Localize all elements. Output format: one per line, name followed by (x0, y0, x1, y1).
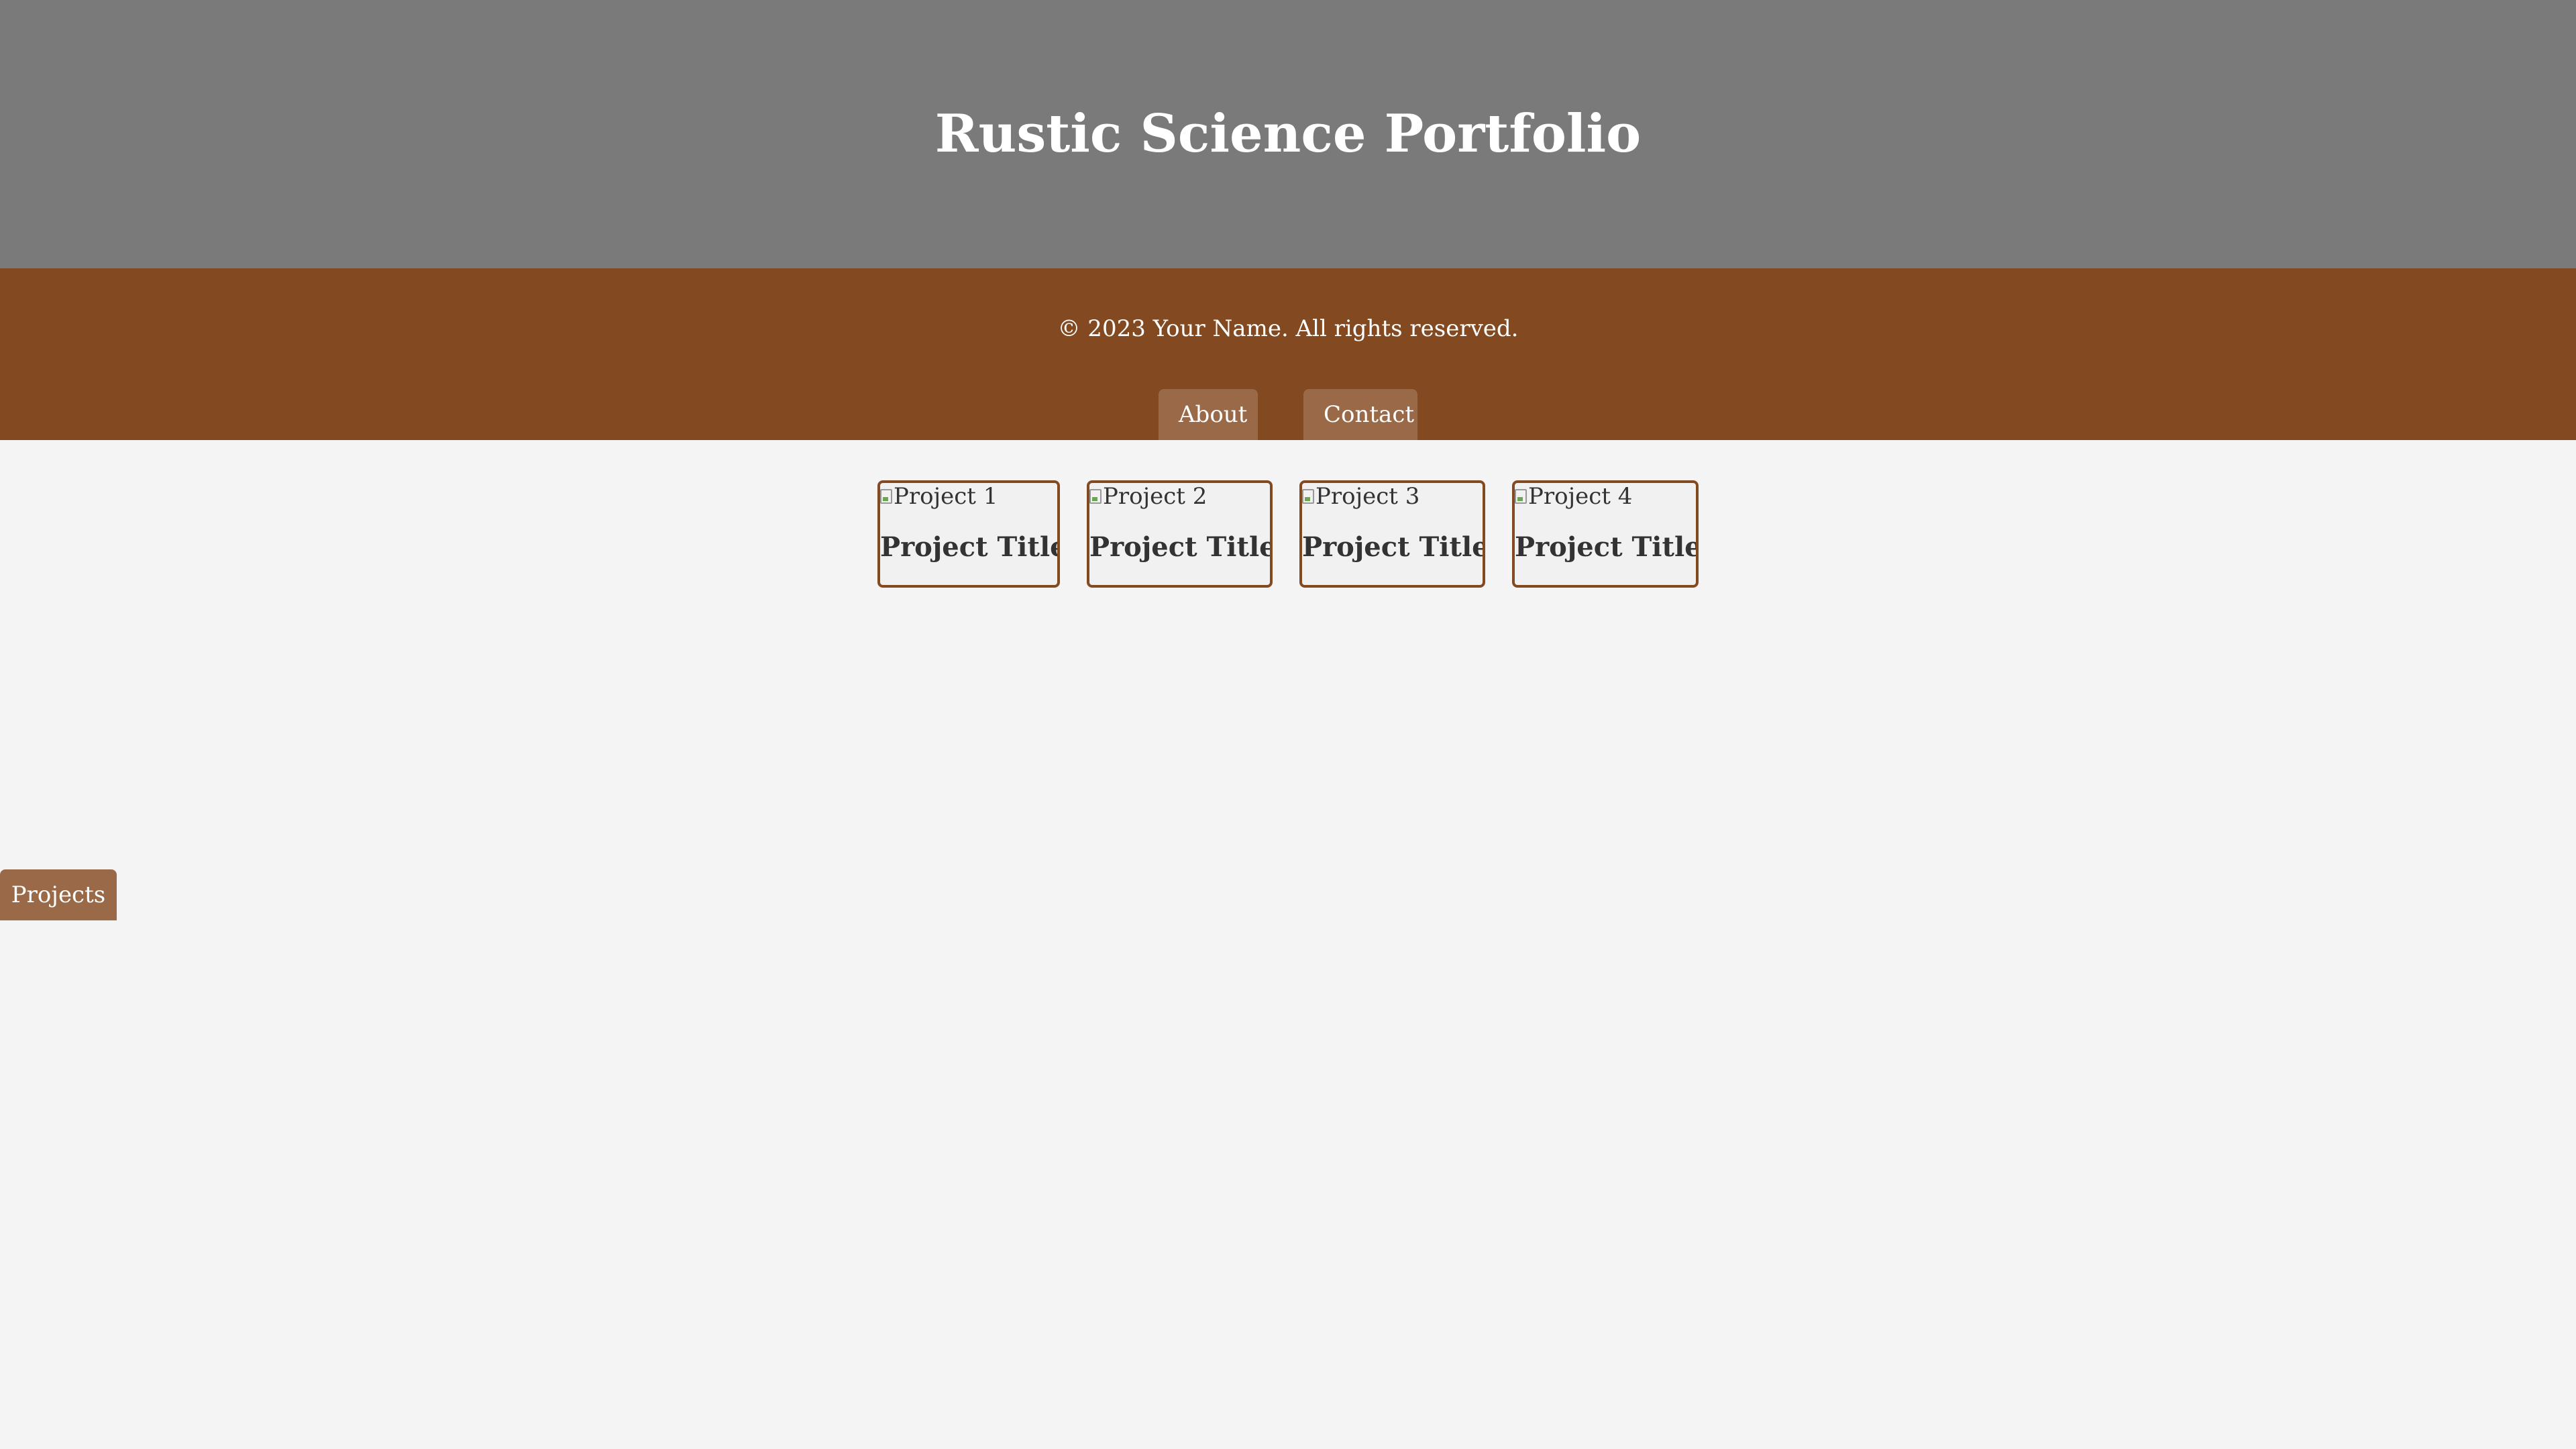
copyright-text: © 2023 Your Name. All rights reserved. (1057, 315, 1519, 342)
broken-image-icon (1302, 489, 1314, 504)
broken-image-icon (1089, 489, 1102, 504)
project-card[interactable]: Project 2 Project Title 2 (1087, 480, 1273, 588)
broken-image-icon (880, 489, 892, 504)
projects-grid: Project 1 Project Title 1 Project 2 Proj… (0, 480, 2576, 588)
project-image-alt: Project 4 (1528, 483, 1633, 510)
project-card[interactable]: Project 4 Project Title 4 (1512, 480, 1699, 588)
project-title: Project Title 1 (880, 531, 1057, 563)
project-title: Project Title 3 (1302, 531, 1485, 563)
project-card[interactable]: Project 3 Project Title 3 (1299, 480, 1485, 588)
project-image: Project 2 (1089, 483, 1207, 510)
footer-band: © 2023 Your Name. All rights reserved. A… (0, 268, 2576, 920)
project-card[interactable]: Project 1 Project Title 1 (877, 480, 1060, 588)
page-header: Rustic Science Portfolio (0, 0, 2576, 268)
broken-image-icon (1515, 489, 1527, 504)
project-image: Project 3 (1302, 483, 1419, 510)
page-title: Rustic Science Portfolio (934, 103, 1642, 164)
project-image-alt: Project 3 (1316, 483, 1420, 510)
project-image-alt: Project 2 (1103, 483, 1208, 510)
nav-about-button[interactable]: About (1159, 389, 1258, 440)
project-title: Project Title 4 (1515, 531, 1699, 563)
project-image-alt: Project 1 (894, 483, 998, 510)
nav-projects-button[interactable]: Projects (0, 869, 117, 920)
project-image: Project 4 (1515, 483, 1632, 510)
main-nav: About Projects Contact (0, 389, 2576, 920)
nav-contact-button[interactable]: Contact (1303, 389, 1417, 440)
project-title: Project Title 2 (1089, 531, 1273, 563)
project-image: Project 1 (880, 483, 998, 510)
